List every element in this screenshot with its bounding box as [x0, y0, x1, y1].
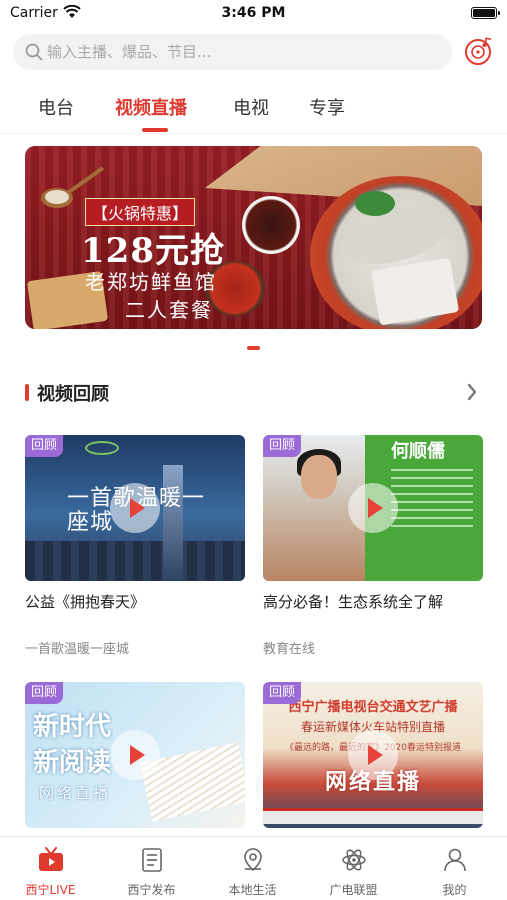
- status-bar: Carrier 3:46 PM: [0, 0, 507, 28]
- tab-active-indicator: [142, 128, 168, 132]
- clock: 3:46 PM: [221, 5, 286, 21]
- record-disc-icon[interactable]: [464, 36, 494, 66]
- search-input[interactable]: [47, 34, 437, 70]
- video-title[interactable]: 公益《拥抱春天》: [25, 591, 245, 612]
- section-title: 视频回顾: [37, 384, 109, 405]
- play-icon[interactable]: [110, 730, 160, 780]
- channel-tabs: 电台 视频直播 电视 专享: [0, 90, 507, 134]
- video-card[interactable]: 西宁广播电视台交通文艺广播 春运新媒体火车站特别直播 《最远的路，最近的家》20…: [263, 682, 483, 828]
- replay-badge: 回顾: [25, 435, 64, 457]
- play-icon[interactable]: [348, 730, 398, 780]
- thumbnail-text: 网络直播: [39, 784, 112, 802]
- tab-radio[interactable]: 电台: [38, 94, 74, 120]
- banner-tag: 【火锅特惠】: [85, 198, 196, 226]
- replay-badge: 回顾: [263, 435, 302, 457]
- video-card[interactable]: 一首歌温暖一座城 回顾 公益《拥抱春天》 一首歌温暖一座城: [25, 435, 245, 657]
- thumbnail-text: 新时代: [33, 712, 112, 742]
- replay-badge: 回顾: [263, 682, 302, 704]
- play-icon[interactable]: [110, 483, 160, 533]
- nav-label: 本地生活: [228, 883, 277, 897]
- thumbnail-text-lines: [391, 469, 473, 529]
- nav-label: 广电联盟: [329, 883, 378, 897]
- video-title[interactable]: 高分必备！生态系统全了解: [263, 591, 483, 612]
- video-subtitle: 教育在线: [263, 642, 316, 657]
- play-icon[interactable]: [348, 483, 398, 533]
- tv-icon: [39, 847, 63, 871]
- banner-page-indicator[interactable]: [247, 346, 260, 350]
- banner-price: 128元抢: [81, 231, 225, 271]
- section-accent-bar: [25, 384, 29, 401]
- channel-logo: [85, 441, 119, 455]
- nav-item-local-life[interactable]: 本地生活: [202, 837, 303, 900]
- video-thumbnail[interactable]: 西宁广播电视台交通文艺广播 春运新媒体火车站特别直播 《最远的路，最近的家》20…: [263, 682, 483, 828]
- nav-label: 西宁LIVE: [25, 883, 76, 897]
- nav-item-xining-release[interactable]: 西宁发布: [101, 837, 202, 900]
- banner-package: 二人套餐: [125, 298, 213, 322]
- thumbnail-text: 何顺儒: [391, 441, 445, 462]
- nav-label: 西宁发布: [127, 883, 176, 897]
- battery-icon: [471, 7, 500, 19]
- location-icon: [244, 848, 262, 872]
- section-header: 视频回顾: [25, 378, 482, 408]
- person-icon: [444, 848, 466, 872]
- search-icon: [25, 43, 43, 61]
- search-bar[interactable]: [13, 34, 452, 70]
- video-card[interactable]: 何顺儒 回顾 高分必备！生态系统全了解 教育在线: [263, 435, 483, 657]
- video-subtitle: 一首歌温暖一座城: [25, 642, 130, 657]
- tab-exclusive[interactable]: 专享: [309, 94, 345, 120]
- replay-badge: 回顾: [25, 682, 64, 704]
- chevron-right-icon[interactable]: [466, 382, 478, 402]
- chili-oil-bowl: [242, 196, 300, 254]
- nav-item-xining-live[interactable]: 西宁LIVE: [0, 837, 101, 900]
- presenter-face: [301, 455, 337, 499]
- tab-video-live[interactable]: 视频直播: [115, 94, 187, 120]
- train-image: [263, 808, 483, 824]
- city-skyline: [25, 541, 245, 581]
- nav-label: 我的: [442, 883, 467, 897]
- vegetable-image: [355, 191, 395, 216]
- nav-item-mine[interactable]: 我的: [404, 837, 505, 900]
- banner-restaurant: 老郑坊鲜鱼馆: [85, 270, 217, 294]
- document-icon: [142, 848, 162, 872]
- nav-item-broadcast-alliance[interactable]: 广电联盟: [303, 837, 404, 900]
- thumbnail-text: 新阅读: [33, 748, 112, 778]
- video-thumbnail[interactable]: 新时代 新阅读 网络直播 回顾: [25, 682, 245, 828]
- promo-banner[interactable]: 【火锅特惠】 128元抢 老郑坊鲜鱼馆 二人套餐: [25, 146, 482, 329]
- video-thumbnail[interactable]: 何顺儒 回顾: [263, 435, 483, 581]
- video-card[interactable]: 新时代 新阅读 网络直播 回顾: [25, 682, 245, 828]
- video-thumbnail[interactable]: 一首歌温暖一座城 回顾: [25, 435, 245, 581]
- tab-tv[interactable]: 电视: [233, 94, 269, 120]
- atom-icon: [342, 849, 366, 871]
- bottom-nav: 西宁LIVE 西宁发布 本地生活 广电联盟 我的: [0, 836, 507, 900]
